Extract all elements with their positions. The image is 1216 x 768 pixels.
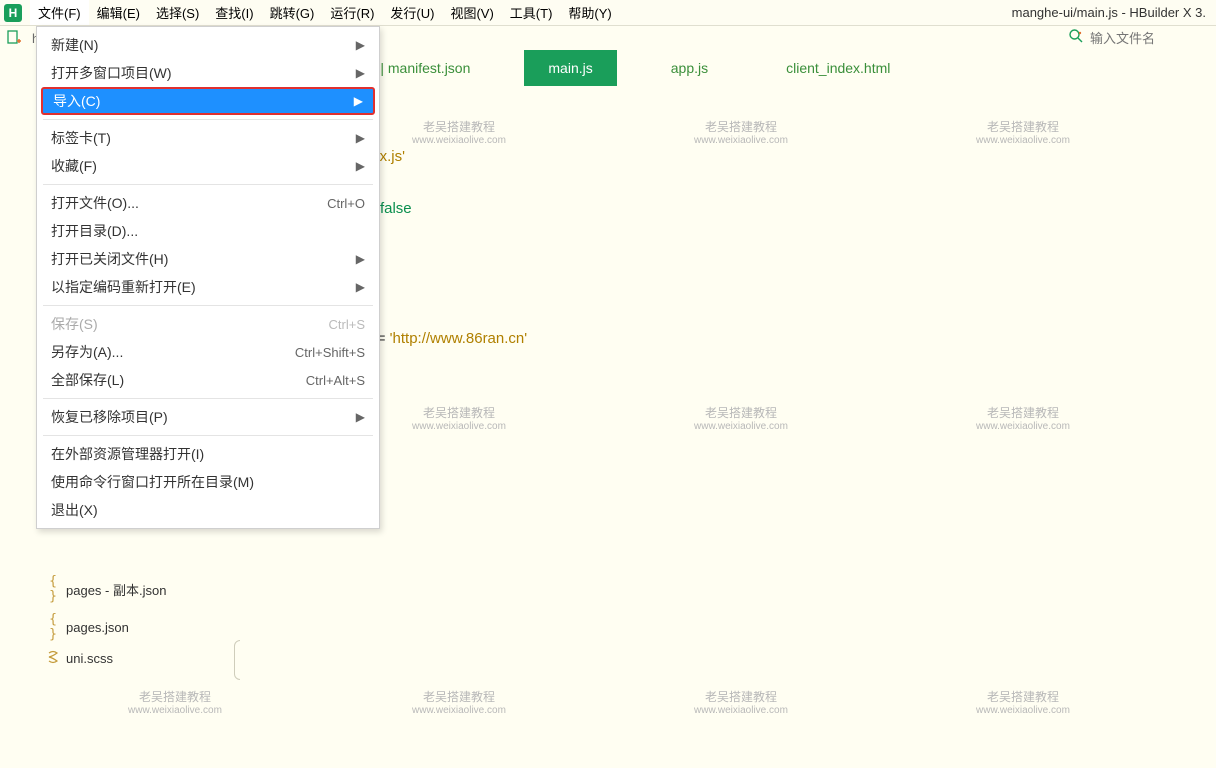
chevron-right-icon: ▶ (356, 38, 365, 52)
tree-item-label: uni.scss (66, 651, 113, 666)
chevron-right-icon: ▶ (356, 131, 365, 145)
menu-separator (43, 184, 373, 185)
menu-item-label: 使用命令行窗口打开所在目录(M) (51, 472, 365, 492)
file-menu-dropdown: 新建(N)▶打开多窗口项目(W)▶导入(C)▶标签卡(T)▶收藏(F)▶打开文件… (36, 26, 380, 529)
menu-item-label: 收藏(F) (51, 156, 356, 176)
menubar-item[interactable]: 发行(U) (382, 0, 442, 25)
editor-tabs: manifest.json | manifest.jsonmain.jsapp.… (240, 50, 1216, 86)
menubar-item[interactable]: 运行(R) (322, 0, 382, 25)
menubar-item[interactable]: 视图(V) (442, 0, 501, 25)
menu-item-label: 导入(C) (53, 91, 354, 111)
json-file-icon: { } (46, 574, 60, 604)
menu-shortcut: Ctrl+O (327, 196, 365, 211)
chevron-right-icon: ▶ (354, 94, 363, 108)
menu-item: 保存(S)Ctrl+S (37, 310, 379, 338)
editor-tab[interactable]: client_index.html (762, 50, 914, 86)
new-file-icon[interactable] (6, 30, 22, 46)
menu-item[interactable]: 新建(N)▶ (37, 31, 379, 59)
search-input[interactable] (1090, 31, 1210, 46)
scss-file-icon (46, 650, 60, 667)
tree-item[interactable]: { } pages.json (0, 608, 240, 646)
tree-item-label: pages.json (66, 620, 129, 635)
editor-tab[interactable]: app.js (647, 50, 732, 86)
menubar-item[interactable]: 选择(S) (148, 0, 207, 25)
tree-item[interactable]: uni.scss (0, 646, 240, 671)
menu-item-label: 打开多窗口项目(W) (51, 63, 356, 83)
chevron-right-icon: ▶ (356, 66, 365, 80)
window-title: manghe-ui/main.js - HBuilder X 3. (1012, 5, 1212, 20)
menu-item-label: 全部保存(L) (51, 370, 306, 390)
menu-item-label: 以指定编码重新打开(E) (51, 277, 356, 297)
menu-item[interactable]: 以指定编码重新打开(E)▶ (37, 273, 379, 301)
menubar-item[interactable]: 帮助(Y) (560, 0, 619, 25)
menu-item[interactable]: 使用命令行窗口打开所在目录(M) (37, 468, 379, 496)
menu-item[interactable]: 另存为(A)...Ctrl+Shift+S (37, 338, 379, 366)
menu-separator (43, 305, 373, 306)
menu-separator (43, 435, 373, 436)
menu-shortcut: Ctrl+Alt+S (306, 373, 365, 388)
menu-item-label: 另存为(A)... (51, 342, 295, 362)
menu-item[interactable]: 全部保存(L)Ctrl+Alt+S (37, 366, 379, 394)
menu-item-label: 打开已关闭文件(H) (51, 249, 356, 269)
menu-item-label: 打开目录(D)... (51, 221, 365, 241)
menu-shortcut: Ctrl+Shift+S (295, 345, 365, 360)
menu-item[interactable]: 打开文件(O)...Ctrl+O (37, 189, 379, 217)
menu-separator (43, 398, 373, 399)
menu-item[interactable]: 收藏(F)▶ (37, 152, 379, 180)
menubar: H 文件(F)编辑(E)选择(S)查找(I)跳转(G)运行(R)发行(U)视图(… (0, 0, 1216, 26)
menu-item-label: 在外部资源管理器打开(I) (51, 444, 365, 464)
chevron-right-icon: ▶ (356, 410, 365, 424)
menu-shortcut: Ctrl+S (329, 317, 365, 332)
menu-item-label: 恢复已移除项目(P) (51, 407, 356, 427)
chevron-right-icon: ▶ (356, 159, 365, 173)
menu-item[interactable]: 恢复已移除项目(P)▶ (37, 403, 379, 431)
tree-item[interactable]: { } pages - 副本.json (0, 570, 240, 608)
menu-item-label: 保存(S) (51, 314, 329, 334)
menu-item-label: 退出(X) (51, 500, 365, 520)
menu-item[interactable]: 退出(X) (37, 496, 379, 524)
menu-item[interactable]: 打开多窗口项目(W)▶ (37, 59, 379, 87)
menubar-item[interactable]: 编辑(E) (89, 0, 148, 25)
menu-item-label: 标签卡(T) (51, 128, 356, 148)
menubar-item[interactable]: 查找(I) (207, 0, 261, 25)
menu-item[interactable]: 标签卡(T)▶ (37, 124, 379, 152)
menubar-item[interactable]: 工具(T) (502, 0, 561, 25)
search-icon[interactable] (1068, 28, 1084, 49)
menu-item[interactable]: 在外部资源管理器打开(I) (37, 440, 379, 468)
tree-item-label: pages - 副本.json (66, 580, 166, 599)
menubar-item[interactable]: 文件(F) (30, 0, 89, 25)
menu-item[interactable]: 打开目录(D)... (37, 217, 379, 245)
editor-tab[interactable]: main.js (524, 50, 616, 86)
menu-item[interactable]: 导入(C)▶ (41, 87, 375, 115)
menu-item[interactable]: 打开已关闭文件(H)▶ (37, 245, 379, 273)
chevron-right-icon: ▶ (356, 252, 365, 266)
app-icon: H (4, 4, 22, 22)
code-area[interactable]: e from 'vue'p from './App'tp from './htt… (240, 86, 1216, 488)
editor: manifest.json | manifest.jsonmain.jsapp.… (240, 50, 1216, 768)
menubar-item[interactable]: 跳转(G) (262, 0, 323, 25)
chevron-right-icon: ▶ (356, 280, 365, 294)
menu-separator (43, 119, 373, 120)
menu-item-label: 打开文件(O)... (51, 193, 327, 213)
menu-item-label: 新建(N) (51, 35, 356, 55)
json-file-icon: { } (46, 612, 60, 642)
